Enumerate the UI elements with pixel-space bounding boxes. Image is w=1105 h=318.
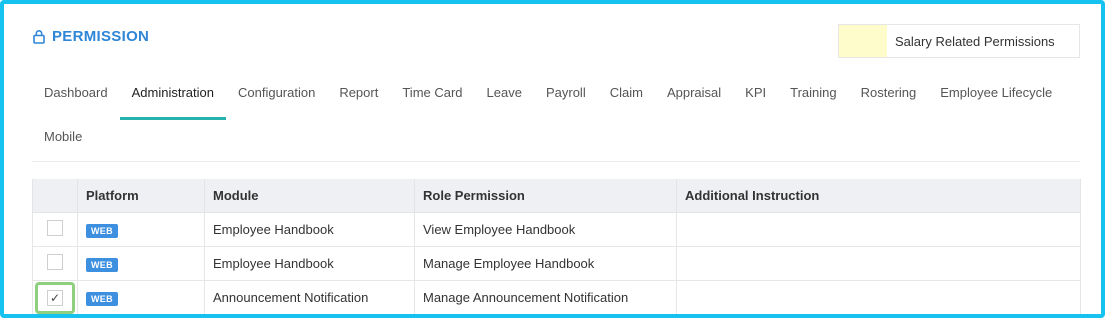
tab-leave[interactable]: Leave <box>475 76 534 120</box>
tabs-divider <box>32 161 1080 162</box>
tab-payroll[interactable]: Payroll <box>534 76 598 120</box>
permission-cell: Manage Announcement Notification <box>414 280 677 314</box>
checkmark-icon: ✓ <box>49 290 61 305</box>
platform-badge: WEB <box>86 223 118 238</box>
tab-administration[interactable]: Administration <box>119 76 227 120</box>
page-title: PERMISSION <box>52 28 150 45</box>
row-checkbox[interactable]: ✓ <box>47 289 63 306</box>
tab-time-card[interactable]: Time Card <box>390 76 474 120</box>
module-tabs: Dashboard Administration Configuration R… <box>32 76 1080 164</box>
permission-cell: View Employee Handbook <box>414 212 677 247</box>
tab-mobile[interactable]: Mobile <box>32 120 94 164</box>
platform-badge: WEB <box>86 291 118 306</box>
page-header: PERMISSION <box>32 28 149 45</box>
instruction-cell <box>676 280 1081 314</box>
select-cell <box>32 212 78 247</box>
header-module: Module <box>204 179 415 213</box>
table-row: ✓ WEB Announcement Notification Manage A… <box>32 280 1081 314</box>
module-cell: Employee Handbook <box>204 212 415 247</box>
module-cell: Employee Handbook <box>204 246 415 281</box>
select-cell: ✓ <box>32 280 78 314</box>
tab-rostering[interactable]: Rostering <box>849 76 929 120</box>
header-role-permission: Role Permission <box>414 179 677 213</box>
row-checkbox[interactable] <box>47 220 63 236</box>
row-checkbox[interactable] <box>47 254 63 270</box>
module-cell: Announcement Notification <box>204 280 415 314</box>
lock-icon <box>32 29 46 44</box>
tab-training[interactable]: Training <box>778 76 848 120</box>
tab-claim[interactable]: Claim <box>598 76 655 120</box>
tab-dashboard[interactable]: Dashboard <box>32 76 120 120</box>
platform-badge: WEB <box>86 257 118 272</box>
header-additional-instruction: Additional Instruction <box>676 179 1081 213</box>
permission-table: Platform Module Role Permission Addition… <box>32 179 1081 314</box>
screenshot-frame: PERMISSION Salary Related Permissions Da… <box>0 0 1105 318</box>
header-select <box>32 179 78 213</box>
legend-label: Salary Related Permissions <box>895 33 1055 49</box>
tab-employee-lifecycle[interactable]: Employee Lifecycle <box>928 76 1064 120</box>
permission-cell: Manage Employee Handbook <box>414 246 677 281</box>
select-cell <box>32 246 78 281</box>
tab-report[interactable]: Report <box>327 76 390 120</box>
table-header-row: Platform Module Role Permission Addition… <box>32 179 1081 213</box>
platform-cell: WEB <box>77 212 205 247</box>
checkbox-highlight: ✓ <box>35 281 75 314</box>
instruction-cell <box>676 246 1081 281</box>
tab-kpi[interactable]: KPI <box>733 76 778 120</box>
table-row: WEB Employee Handbook View Employee Hand… <box>32 212 1081 247</box>
legend-swatch <box>839 25 887 57</box>
header-platform: Platform <box>77 179 205 213</box>
table-row: WEB Employee Handbook Manage Employee Ha… <box>32 246 1081 281</box>
platform-cell: WEB <box>77 246 205 281</box>
instruction-cell <box>676 212 1081 247</box>
salary-legend: Salary Related Permissions <box>838 24 1080 58</box>
tab-appraisal[interactable]: Appraisal <box>655 76 733 120</box>
tab-configuration[interactable]: Configuration <box>226 76 327 120</box>
platform-cell: WEB <box>77 280 205 314</box>
